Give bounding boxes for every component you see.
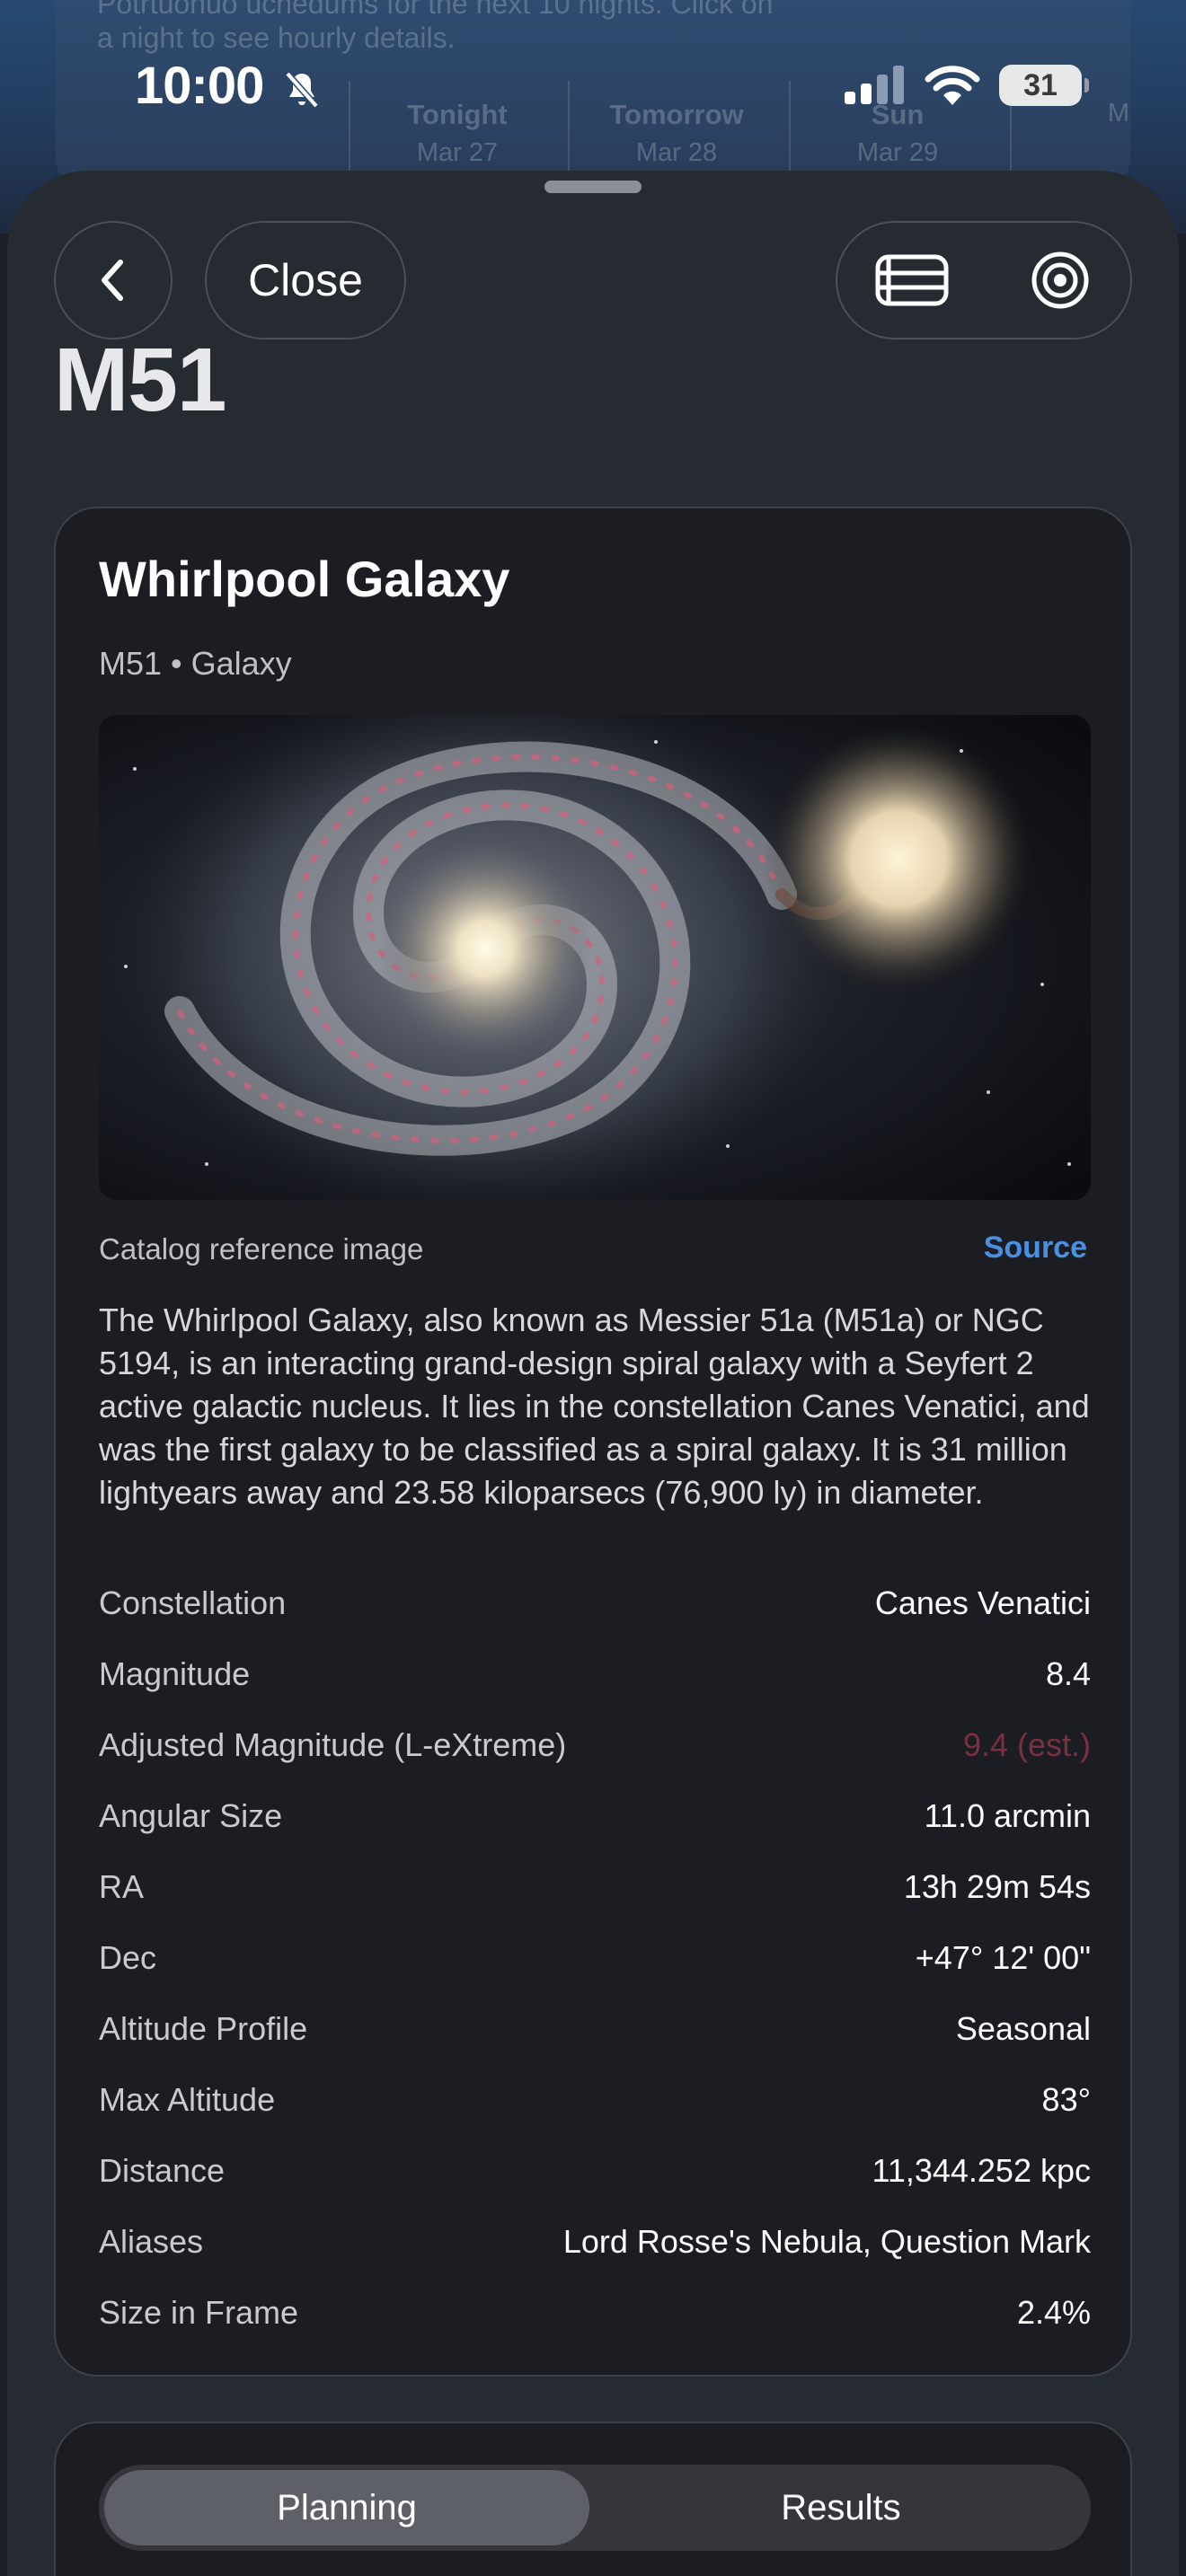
property-row-aliases: Aliases Lord Rosse's Nebula, Question Ma… <box>99 2223 1091 2294</box>
tab-results[interactable]: Results <box>598 2470 1084 2545</box>
target-button[interactable] <box>986 223 1134 338</box>
property-row-dec: Dec +47° 12' 00" <box>99 1939 1091 2010</box>
object-subtitle: M51 • Galaxy <box>99 645 292 682</box>
property-label: RA <box>99 1868 145 1905</box>
back-button[interactable] <box>54 221 173 340</box>
property-row-constellation: Constellation Canes Venatici <box>99 1584 1091 1655</box>
property-label: Dec <box>99 1939 157 1976</box>
mode-selector-card: Planning Results <box>54 2422 1132 2576</box>
property-label: Max Altitude <box>99 2081 276 2118</box>
property-label: Magnitude <box>99 1655 251 1692</box>
property-row-altitude-profile: Altitude Profile Seasonal <box>99 2010 1091 2081</box>
property-value: 8.4 <box>1045 1655 1091 1692</box>
galaxy-reference-image <box>99 715 1091 1200</box>
property-value: 83° <box>1041 2081 1091 2118</box>
property-value: 11,344.252 kpc <box>872 2152 1091 2189</box>
background-hint-line: a night to see hourly details. <box>97 22 456 54</box>
toolbar-group <box>836 221 1132 340</box>
status-time-text: 10:00 <box>135 57 264 115</box>
property-value-estimated: 9.4 (est.) <box>962 1726 1091 1763</box>
property-label: Size in Frame <box>99 2294 299 2331</box>
object-description: The Whirlpool Galaxy, also known as Mess… <box>99 1301 1090 1511</box>
battery-icon: 31 <box>999 65 1089 106</box>
list-icon <box>875 254 948 306</box>
property-list: Constellation Canes Venatici Magnitude 8… <box>99 1584 1091 2365</box>
property-value: Lord Rosse's Nebula, Question Mark <box>562 2223 1091 2260</box>
chevron-left-icon <box>102 260 123 301</box>
property-row-magnitude: Magnitude 8.4 <box>99 1655 1091 1726</box>
property-label: Distance <box>99 2152 226 2189</box>
source-link[interactable]: Source <box>984 1231 1087 1266</box>
property-value: +47° 12' 00" <box>915 1939 1091 1976</box>
property-row-size-in-frame: Size in Frame 2.4% <box>99 2294 1091 2365</box>
property-row-distance: Distance 11,344.252 kpc <box>99 2152 1091 2223</box>
status-indicators: 31 <box>843 63 1089 108</box>
background-hint-line: Potrtuonuo ucnedums for the next 10 nigh… <box>97 0 774 20</box>
object-detail-card: Whirlpool Galaxy M51 • Galaxy Catalog re… <box>54 507 1132 2377</box>
segmented-control: Planning Results <box>99 2465 1091 2551</box>
property-label: Aliases <box>99 2223 204 2260</box>
image-caption: Catalog reference image <box>99 1232 424 1266</box>
sheet-grabber[interactable] <box>544 181 642 193</box>
wifi-icon <box>925 66 980 105</box>
property-row-angular-size: Angular Size 11.0 arcmin <box>99 1797 1091 1868</box>
property-value: Canes Venatici <box>874 1584 1091 1621</box>
list-button[interactable] <box>837 223 986 338</box>
tab-planning[interactable]: Planning <box>104 2470 589 2545</box>
bell-slash-icon <box>285 71 320 108</box>
target-icon <box>1031 251 1088 309</box>
close-button[interactable]: Close <box>205 221 406 340</box>
property-value: 2.4% <box>1016 2294 1091 2331</box>
galaxy-image-graphic <box>99 715 1091 1200</box>
object-name: Whirlpool Galaxy <box>99 551 510 607</box>
property-label: Constellation <box>99 1584 287 1621</box>
property-value: Seasonal <box>955 2010 1091 2047</box>
property-value: 11.0 arcmin <box>924 1797 1091 1834</box>
property-row-ra: RA 13h 29m 54s <box>99 1868 1091 1939</box>
battery-level: 31 <box>1023 67 1058 102</box>
property-value: 13h 29m 54s <box>903 1868 1091 1905</box>
status-time: 10:00 <box>135 56 323 116</box>
property-label: Angular Size <box>99 1797 283 1834</box>
page-title: M51 <box>54 330 227 430</box>
property-row-adjusted-magnitude: Adjusted Magnitude (L-eXtreme) 9.4 (est.… <box>99 1726 1091 1797</box>
property-row-max-altitude: Max Altitude 83° <box>99 2081 1091 2152</box>
property-label: Altitude Profile <box>99 2010 308 2047</box>
property-label: Adjusted Magnitude (L-eXtreme) <box>99 1726 567 1763</box>
cellular-signal-icon <box>845 66 904 104</box>
